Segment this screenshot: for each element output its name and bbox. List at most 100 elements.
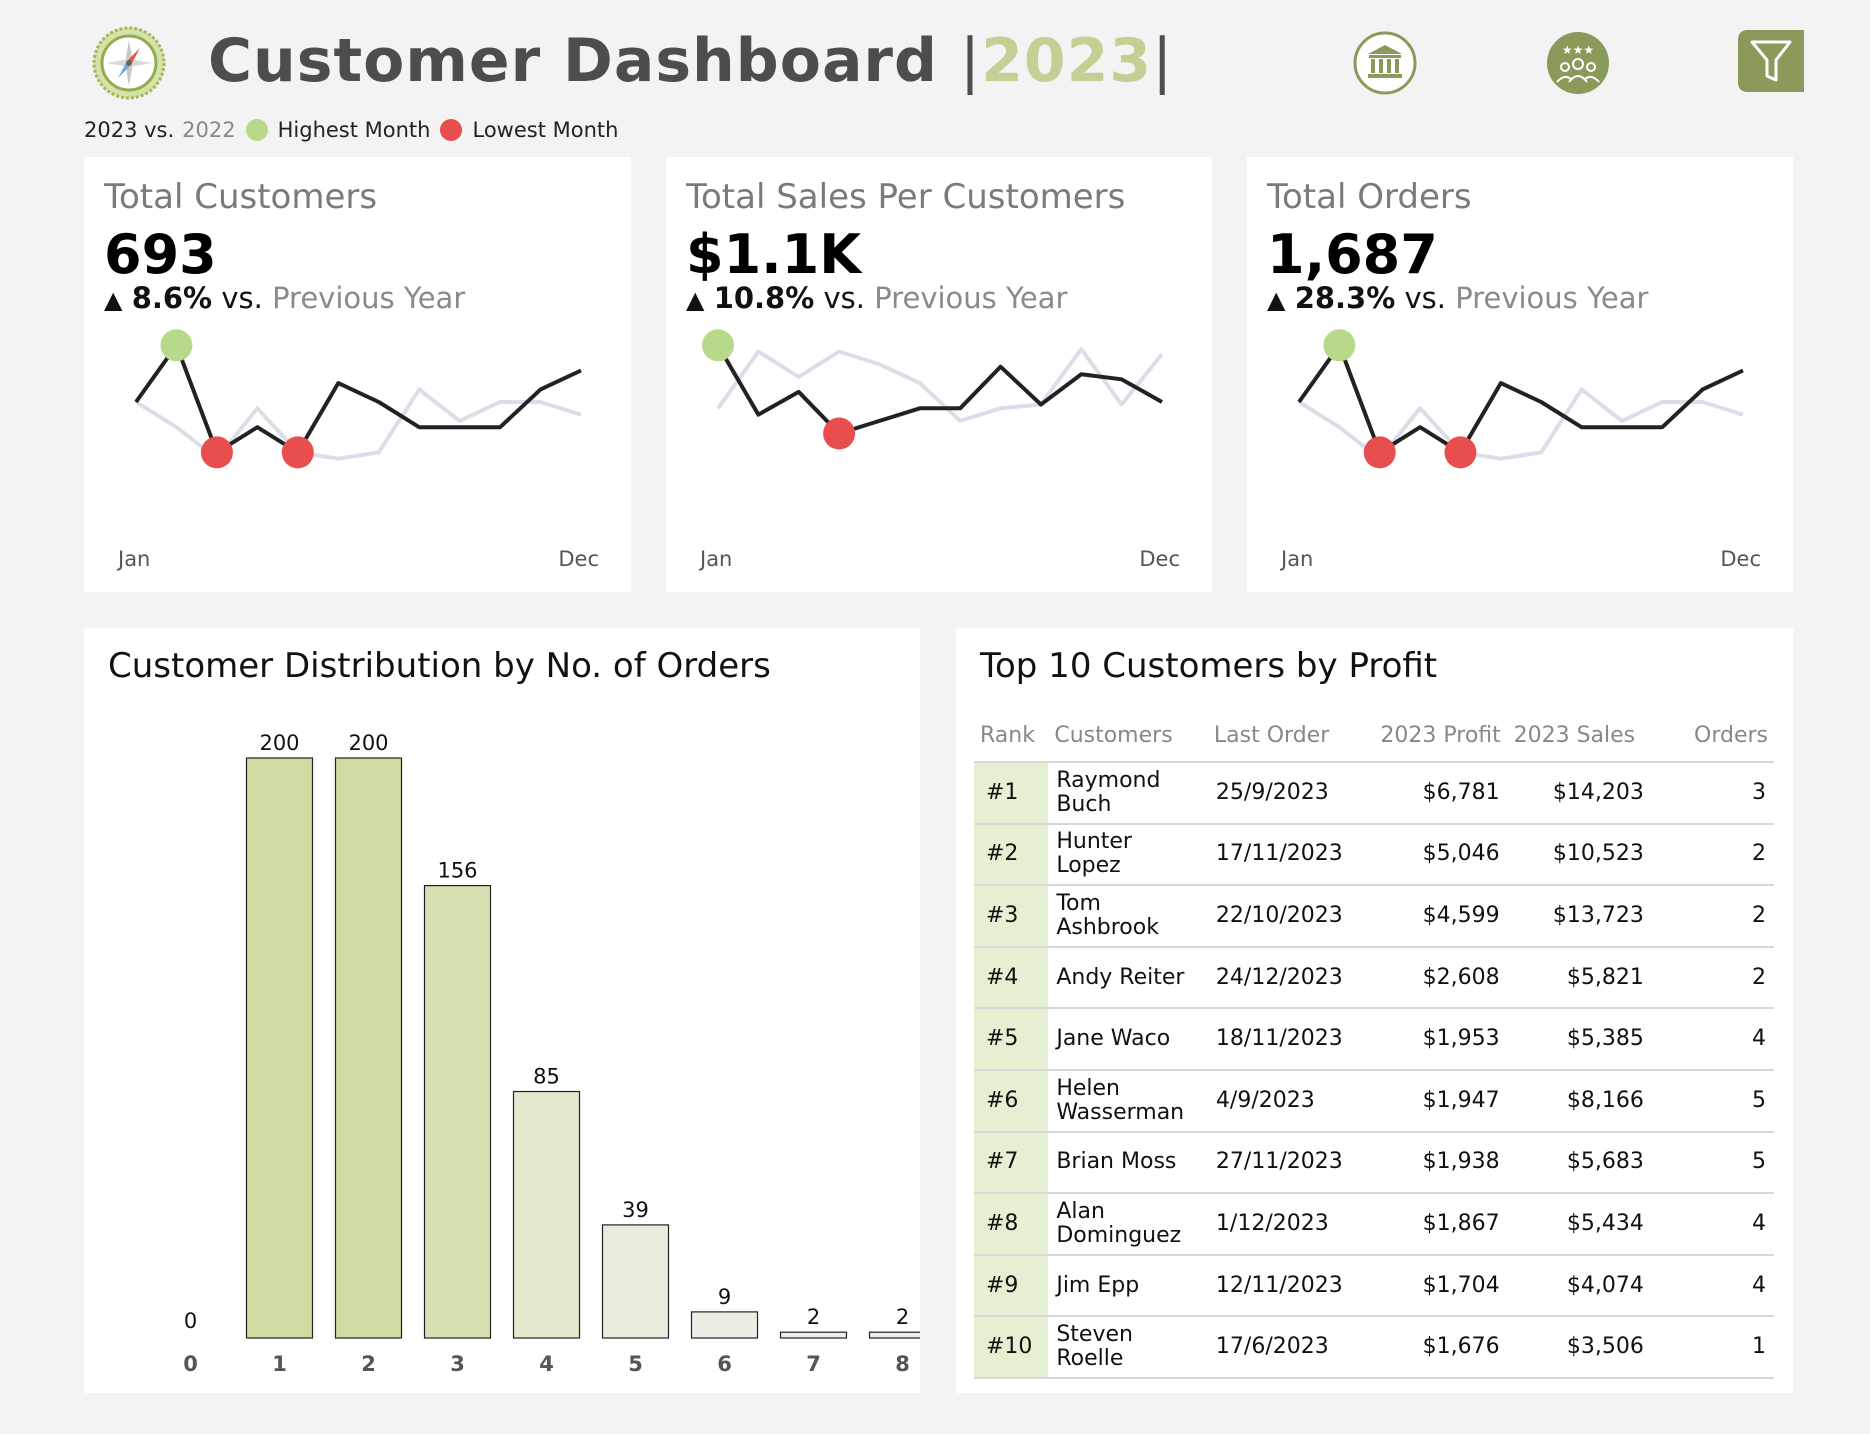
bar-value-label: 85 — [533, 1065, 560, 1089]
column-header-rank[interactable]: Rank — [974, 710, 1049, 763]
table-cell-last-order: 1/12/2023 — [1207, 1193, 1375, 1256]
kpi-value: 1,687 — [1267, 223, 1438, 286]
table-row[interactable]: #9 Jim Epp 12/11/2023 $1,704 $4,074 4 — [974, 1254, 1774, 1318]
bar-value-label: 2 — [807, 1305, 820, 1329]
column-header-orders[interactable]: Orders — [1651, 710, 1774, 763]
table-cell-profit: $4,599 — [1374, 885, 1508, 948]
current-year-line — [134, 343, 582, 455]
lowest-month-marker — [200, 436, 233, 469]
table-cell-orders: 2 — [1651, 946, 1774, 1010]
table-cell-customer: Steven Roelle — [1048, 1316, 1208, 1379]
table-cell-customer: Jane Waco — [1048, 1008, 1208, 1071]
kpi-change: ▲ 8.6% vs. Previous Year — [104, 281, 465, 315]
bar-value-label: 156 — [437, 859, 477, 883]
bar — [423, 885, 492, 1339]
sparkline-end-label: Dec — [1139, 547, 1180, 571]
table-cell-orders: 4 — [1651, 1193, 1774, 1256]
table-cell-rank: #8 — [974, 1193, 1049, 1256]
table-cell-profit: $1,867 — [1374, 1193, 1508, 1256]
page-title: Customer Dashboard |2023| — [208, 26, 1173, 96]
table-cell-last-order: 12/11/2023 — [1207, 1254, 1375, 1318]
bank-icon[interactable] — [1352, 30, 1418, 96]
table-row[interactable]: #5 Jane Waco 18/11/2023 $1,953 $5,385 4 — [974, 1008, 1774, 1071]
kpi-change-vs: vs. — [221, 281, 263, 315]
title-bar-right: | — [1152, 26, 1174, 96]
table-cell-sales: $8,166 — [1507, 1069, 1652, 1133]
title-year: 2023 — [981, 26, 1153, 96]
up-triangle-icon: ▲ — [686, 286, 705, 314]
table-cell-last-order: 17/11/2023 — [1207, 823, 1375, 887]
column-header-profit[interactable]: 2023 Profit — [1374, 710, 1508, 763]
table-cell-customer: Jim Epp — [1048, 1254, 1208, 1318]
lowest-month-marker — [1363, 436, 1396, 469]
kpi-value: 693 — [104, 223, 217, 286]
table-cell-sales: $13,723 — [1507, 885, 1652, 948]
distribution-panel: Customer Distribution by No. of Orders 0… — [84, 628, 920, 1393]
filter-icon[interactable] — [1738, 30, 1804, 92]
kpi-sparkline — [1297, 329, 1744, 469]
table-cell-last-order: 24/12/2023 — [1207, 946, 1375, 1010]
kpi-change-prev: Previous Year — [272, 281, 466, 315]
bar-value-label: 200 — [348, 731, 388, 755]
table-row[interactable]: #8 Alan Dominguez 1/12/2023 $1,867 $5,434 4 — [974, 1193, 1774, 1256]
table-cell-sales: $10,523 — [1507, 823, 1652, 887]
x-tick-label: 2 — [361, 1352, 376, 1376]
svg-text:★★★: ★★★ — [1562, 43, 1594, 57]
sparkline-end-label: Dec — [558, 547, 599, 571]
kpi-title: Total Customers — [104, 177, 378, 217]
table-row[interactable]: #1 Raymond Buch 25/9/2023 $6,781 $14,203 3 — [974, 762, 1774, 825]
table-row[interactable]: #6 Helen Wasserman 4/9/2023 $1,947 $8,166 5 — [974, 1069, 1774, 1133]
current-year-line — [1297, 343, 1744, 455]
x-tick-label: 8 — [895, 1352, 910, 1376]
kpi-sparkline — [134, 329, 582, 469]
table-cell-rank: #3 — [974, 885, 1049, 948]
table-cell-orders: 4 — [1651, 1008, 1774, 1071]
table-cell-sales: $14,203 — [1507, 762, 1652, 825]
lowest-month-marker — [281, 436, 314, 469]
bar-value-label: 9 — [718, 1285, 731, 1309]
highest-month-marker — [160, 329, 193, 362]
bar — [334, 757, 403, 1339]
table-cell-profit: $2,608 — [1374, 946, 1508, 1010]
column-header-customers[interactable]: Customers — [1048, 710, 1208, 763]
table-row[interactable]: #7 Brian Moss 27/11/2023 $1,938 $5,683 5 — [974, 1131, 1774, 1195]
x-tick-label: 3 — [450, 1352, 465, 1376]
highest-month-marker — [702, 329, 734, 362]
highest-month-marker — [1323, 329, 1356, 362]
kpi-value: $1.1K — [686, 223, 862, 286]
table-row[interactable]: #10 Steven Roelle 17/6/2023 $1,676 $3,506 1 — [974, 1316, 1774, 1379]
bar — [245, 757, 314, 1339]
top10-table: Rank Customers Last Order 2023 Profit 20… — [974, 710, 1774, 1379]
x-tick-label: 5 — [628, 1352, 643, 1376]
kpi-change-pct: 8.6% — [131, 281, 213, 315]
table-cell-sales: $5,683 — [1507, 1131, 1652, 1195]
table-cell-sales: $5,385 — [1507, 1008, 1652, 1071]
bar — [868, 1331, 920, 1339]
table-row[interactable]: #3 Tom Ashbrook 22/10/2023 $4,599 $13,723 2 — [974, 885, 1774, 948]
legend-previous: 2022 — [182, 118, 236, 142]
table-cell-rank: #4 — [974, 946, 1049, 1010]
kpi-card-total-orders: Total Orders 1,687 ▲ 28.3% vs. Previous … — [1247, 157, 1793, 592]
column-header-last-order[interactable]: Last Order — [1207, 710, 1375, 763]
table-cell-customer: Helen Wasserman — [1048, 1069, 1208, 1133]
up-triangle-icon: ▲ — [1267, 286, 1286, 314]
legend: 2023 vs. 2022 Highest Month Lowest Month — [84, 118, 618, 142]
table-cell-orders: 4 — [1651, 1254, 1774, 1318]
column-header-sales[interactable]: 2023 Sales — [1507, 710, 1652, 763]
table-row[interactable]: #2 Hunter Lopez 17/11/2023 $5,046 $10,523 2 — [974, 823, 1774, 887]
table-cell-orders: 5 — [1651, 1131, 1774, 1195]
table-cell-last-order: 17/6/2023 — [1207, 1316, 1375, 1379]
table-cell-customer: Alan Dominguez — [1048, 1193, 1208, 1256]
kpi-title: Total Sales Per Customers — [686, 177, 1126, 217]
x-tick-label: 6 — [717, 1352, 732, 1376]
kpi-card-sales-per-customer: Total Sales Per Customers $1.1K ▲ 10.8% … — [666, 157, 1212, 592]
people-award-icon[interactable]: ★★★ — [1545, 30, 1611, 96]
table-cell-profit: $1,704 — [1374, 1254, 1508, 1318]
table-row[interactable]: #4 Andy Reiter 24/12/2023 $2,608 $5,821 2 — [974, 946, 1774, 1010]
bar-value-label: 200 — [259, 731, 299, 755]
sparkline-start-label: Jan — [1281, 547, 1314, 571]
kpi-sparkline — [702, 329, 1164, 450]
title-bar-left: | — [959, 26, 982, 96]
kpi-change: ▲ 10.8% vs. Previous Year — [686, 281, 1067, 315]
distribution-bar-chart: 0 0 200 1 200 2 156 3 85 4 39 5 9 6 2 7 2 8 — [183, 731, 920, 1376]
